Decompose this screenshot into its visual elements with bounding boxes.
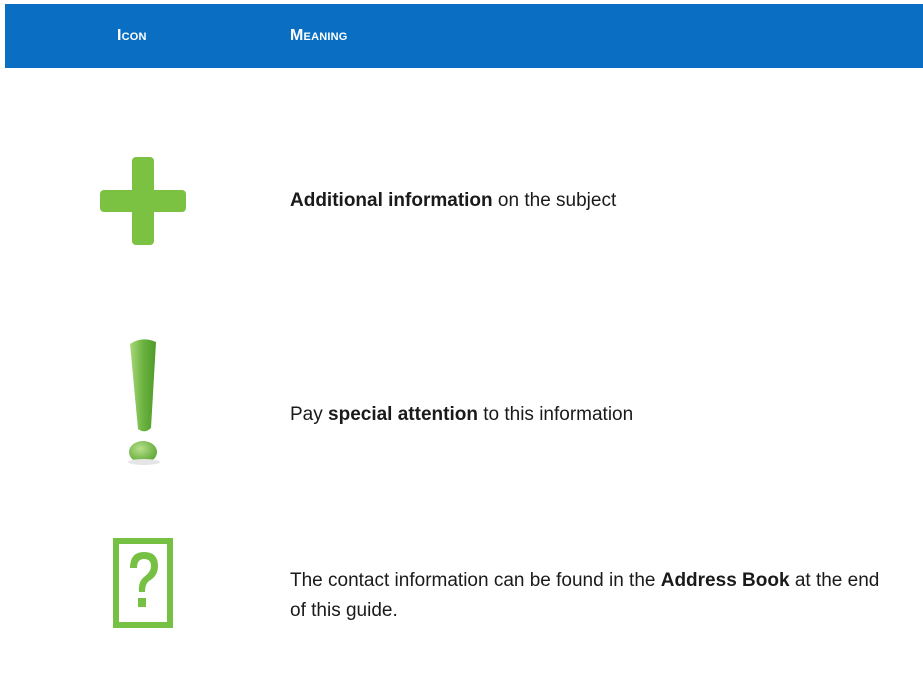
table-row: The contact information can be found in … [0,538,923,634]
row-meaning-bold: Additional information [290,190,493,211]
row-meaning-rest: to this information [477,404,634,425]
row-meaning-bold: special attention [328,404,478,425]
question-box-icon [88,538,198,628]
plus-icon [88,155,198,247]
row-meaning-pre: Pay [290,404,329,425]
row-meaning-pre: The contact information can be found in … [290,570,661,591]
row-meaning-text: Pay special attention to this informatio… [290,400,880,430]
table-header: Icon Meaning [5,4,923,68]
row-meaning-rest: on the subject [492,190,617,211]
header-icon-column: Icon [117,27,147,44]
row-meaning-text: Additional information on the subject [290,186,880,216]
table-row: Pay special attention to this informatio… [0,336,923,466]
header-meaning-column: Meaning [290,27,348,44]
row-meaning-text: The contact information can be found in … [290,566,880,626]
exclamation-icon [88,336,198,466]
table-row: Additional information on the subject [0,155,923,255]
row-meaning-bold: Address Book [660,570,790,591]
